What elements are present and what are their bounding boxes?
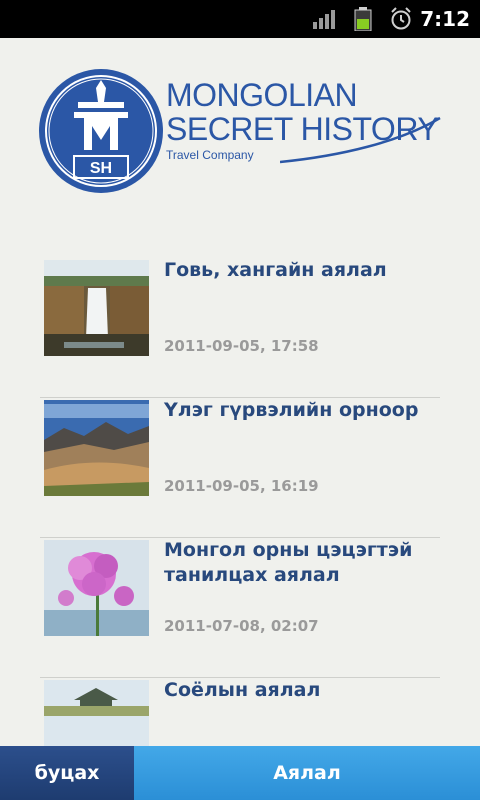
tour-thumbnail-waterfall <box>44 260 149 356</box>
bottom-bar: буцах Аялал <box>0 746 480 800</box>
list-item[interactable]: Үлэг гүрвэлийн орноор 2011-09-05, 16:19 <box>40 398 440 538</box>
bottom-bar-title: Аялал <box>134 746 480 800</box>
list-item[interactable]: Говь, хангайн аялал 2011-09-05, 17:58 <box>40 258 440 398</box>
tour-title: Үлэг гүрвэлийн орноор <box>164 399 419 421</box>
tour-title: Соёлын аялал <box>164 679 321 701</box>
emblem-letters: SH <box>90 160 112 177</box>
tour-title: Говь, хангайн аялал <box>164 259 387 281</box>
logo-swoosh <box>280 116 441 164</box>
tour-thumbnail-dunes <box>44 400 149 496</box>
tour-date: 2011-09-05, 16:19 <box>164 477 319 495</box>
list-item[interactable]: Соёлын аялал <box>40 678 440 746</box>
battery-icon <box>354 7 372 31</box>
tour-thumbnail-flower <box>44 540 149 636</box>
tour-date: 2011-09-05, 17:58 <box>164 337 319 355</box>
list-item[interactable]: Монгол орны цэцэгтэй танилцах аялал 2011… <box>40 538 440 678</box>
clock: 7:12 <box>420 7 470 31</box>
tour-thumbnail-temple <box>44 680 149 746</box>
tour-date: 2011-07-08, 02:07 <box>164 617 319 635</box>
content-area[interactable]: SH MONGOLIAN SECRET HISTORY Travel Compa… <box>0 38 480 746</box>
tour-list: Говь, хангайн аялал 2011-09-05, 17:58 Үл… <box>40 258 440 746</box>
tour-title: Монгол орны цэцэгтэй танилцах аялал <box>164 539 413 586</box>
alarm-icon <box>391 7 411 30</box>
signal-icon <box>313 10 335 29</box>
logo-title-line1: MONGOLIAN <box>166 77 358 113</box>
back-button[interactable]: буцах <box>0 746 134 800</box>
status-bar: 7:12 <box>0 0 480 38</box>
logo-emblem: SH <box>39 69 163 193</box>
